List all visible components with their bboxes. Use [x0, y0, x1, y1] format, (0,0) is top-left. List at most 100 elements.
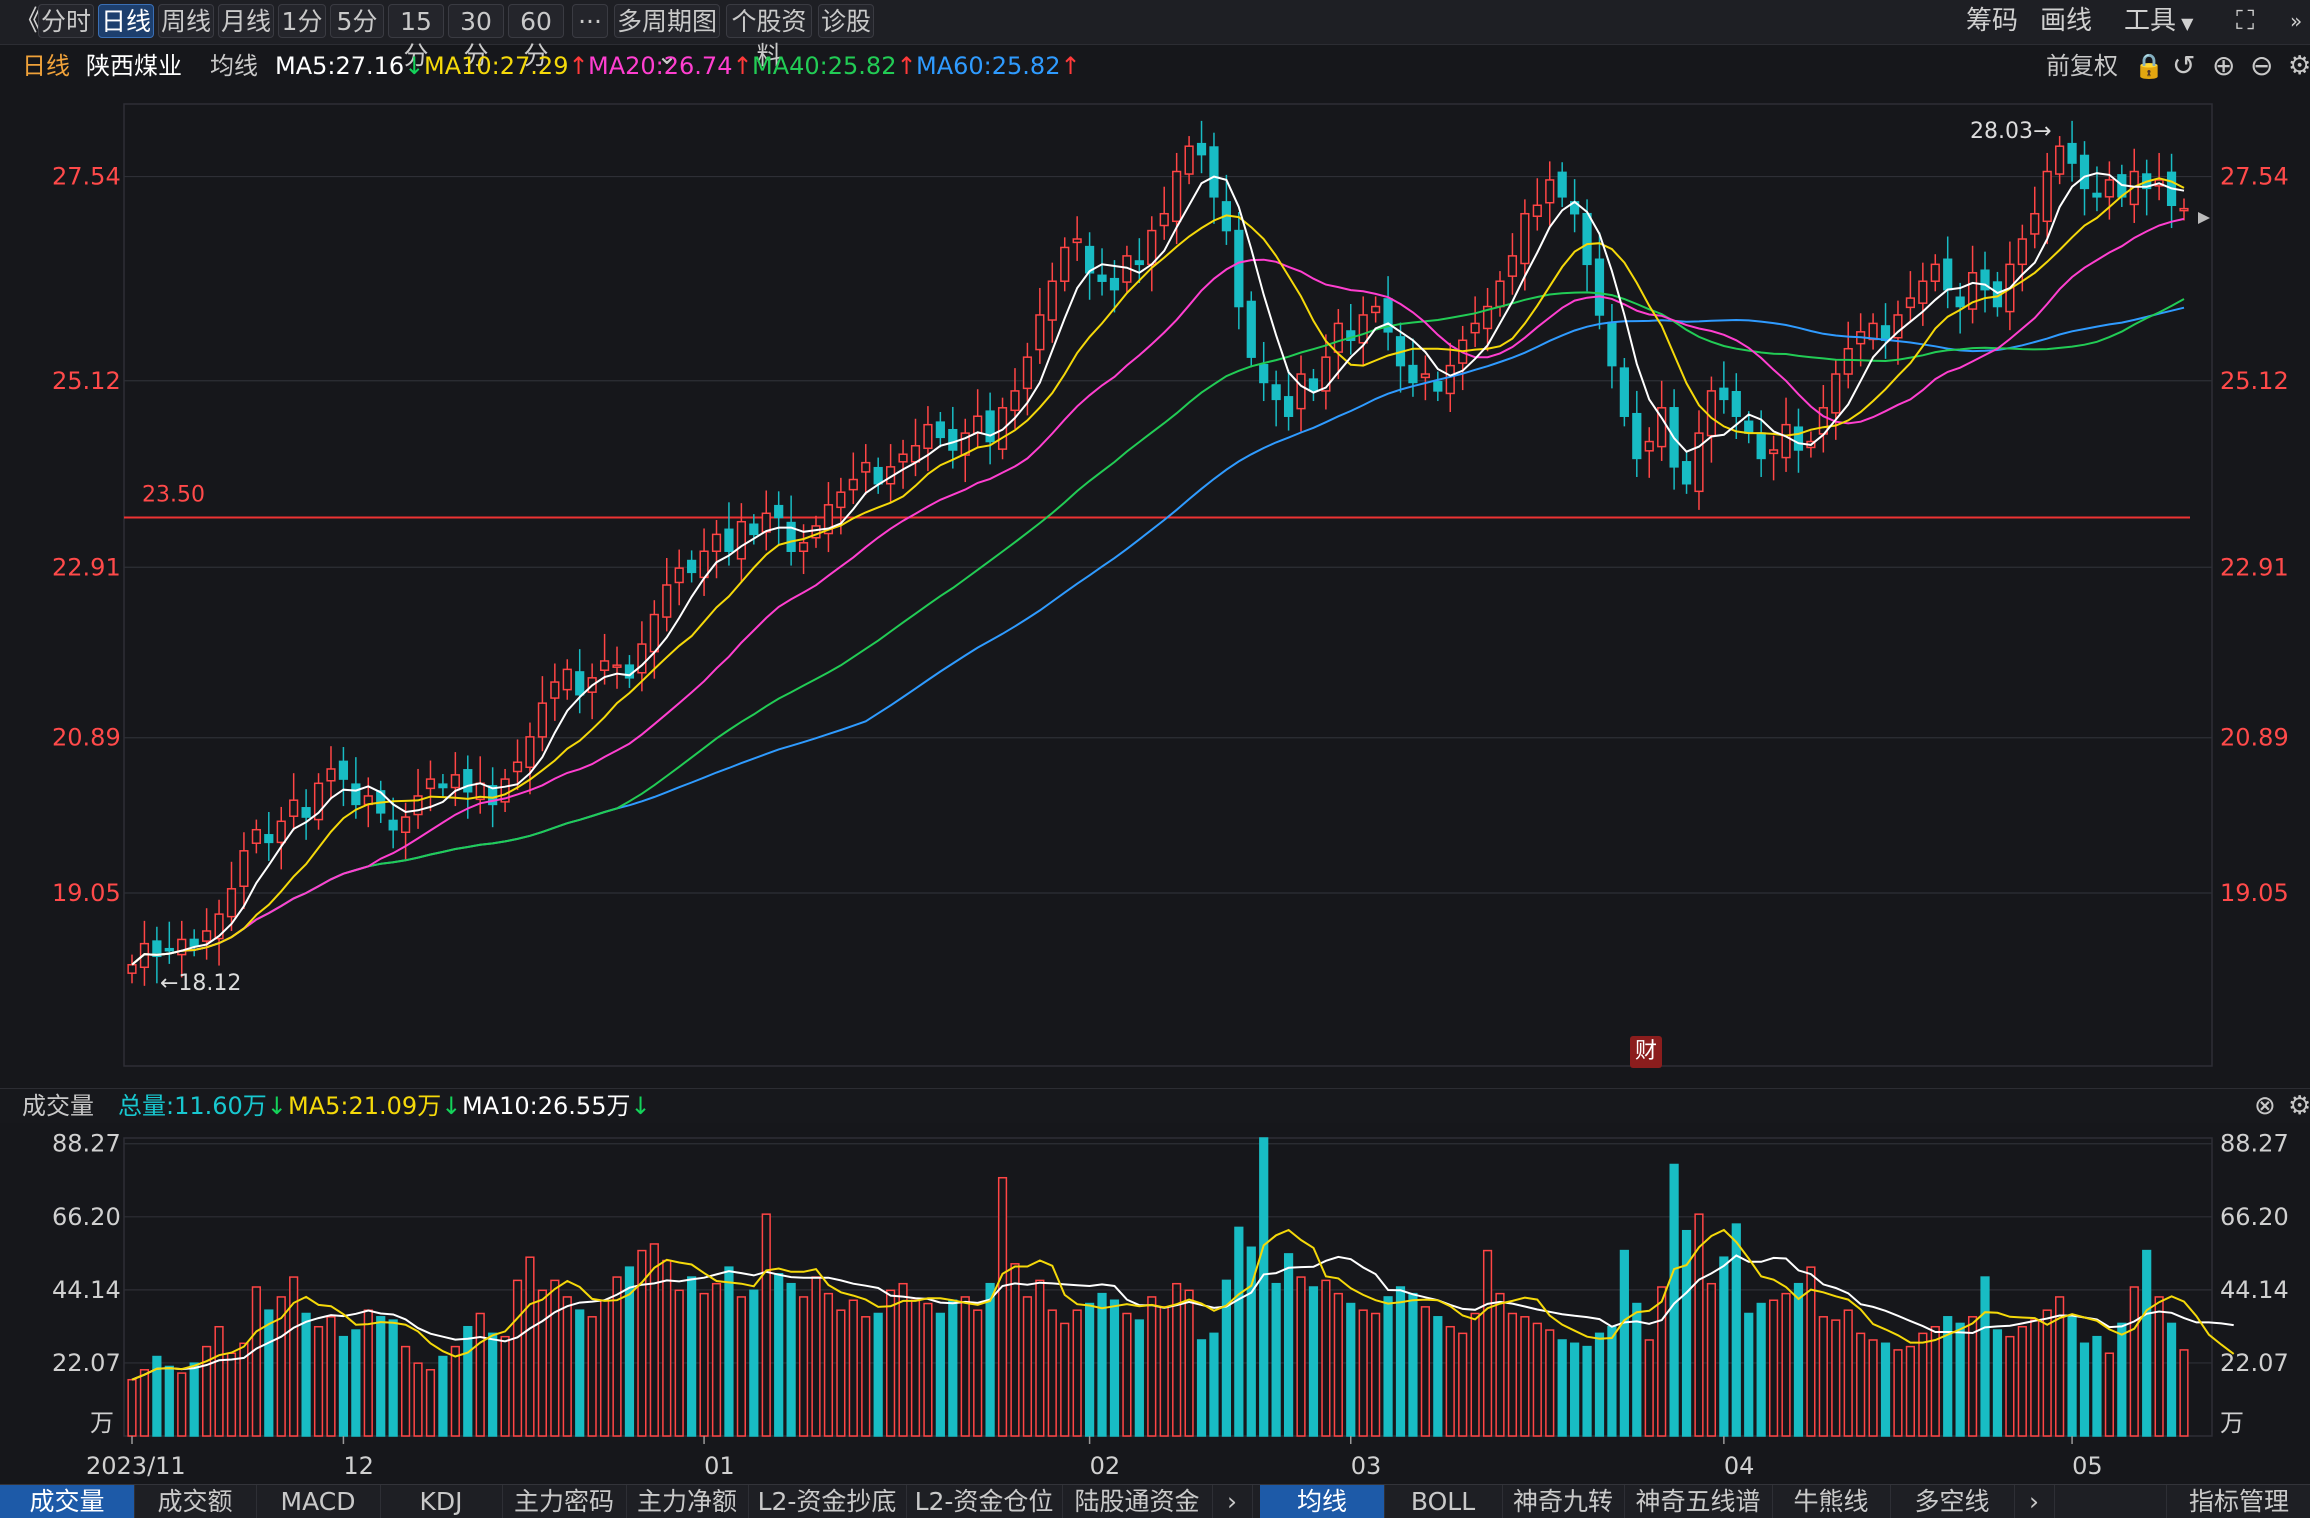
volume-bar [338, 1335, 349, 1437]
indicator-tab-3[interactable]: KDJ [380, 1485, 503, 1518]
candle [923, 423, 933, 450]
volume-bar [1980, 1276, 1990, 1437]
volume-tick-left: 88.27 [52, 1130, 121, 1158]
tab-8[interactable]: 60分 [508, 4, 564, 70]
ma5-line [131, 172, 2185, 966]
volume-bar [1035, 1279, 1045, 1437]
price-tick-right: 27.54 [2220, 163, 2289, 191]
volume-bar [587, 1316, 597, 1437]
draw-line-button[interactable]: 画线 [2040, 4, 2092, 38]
indicator-manage-button[interactable]: 指标管理 [2166, 1485, 2310, 1518]
volume-bar [649, 1243, 659, 1437]
collapse-icon[interactable]: » [2290, 4, 2302, 38]
volume-title[interactable]: 成交量 [22, 1089, 94, 1123]
ma-label[interactable]: 均线 [210, 46, 258, 86]
candle [1283, 396, 1294, 417]
adjust-mode[interactable]: 前复权 [2046, 46, 2118, 86]
high-annotation: 28.03→ [1970, 119, 2051, 144]
indicator-tab-8[interactable]: 陆股通资金 [1062, 1485, 1213, 1518]
volume-bar [2017, 1325, 2027, 1437]
volume-bar [1022, 1296, 1033, 1437]
tab-2[interactable]: 周线 [158, 4, 214, 38]
zoom-out-icon[interactable]: ⊖ [2250, 46, 2273, 86]
volume-bar [1880, 1342, 1891, 1437]
chevron-right-icon-2[interactable]: › [2014, 1485, 2055, 1518]
volume-bar [1520, 1316, 1530, 1437]
volume-bar [1122, 1312, 1132, 1437]
volume-bar [537, 1289, 548, 1437]
indicator-tab-7[interactable]: L2-资金仓位 [906, 1485, 1063, 1518]
candle [189, 938, 199, 947]
volume-bar [2129, 1286, 2139, 1437]
tab-7[interactable]: 30分 [448, 4, 504, 70]
candle [1172, 170, 1182, 223]
candle [1408, 364, 1418, 384]
overlay-tab-2[interactable]: 神奇九转 [1502, 1485, 1625, 1518]
candle [251, 828, 261, 844]
tab-12[interactable]: 诊股 [818, 4, 874, 38]
overlay-tab-3[interactable]: 神奇五线谱 [1624, 1485, 1773, 1518]
overlay-tab-5[interactable]: 多空线 [1890, 1485, 2015, 1518]
candle [1209, 146, 1219, 198]
top-toolbar: 《 分时 日线 周线 月线 1分 5分 15分 30分 60分 ··· 多周期图 ⌄ 个股资料 诊股 筹… [0, 0, 2310, 70]
tab-4[interactable]: 1分 [278, 4, 326, 38]
indicator-tab-4[interactable]: 主力密码 [502, 1485, 627, 1518]
volume-bar [1893, 1349, 1903, 1437]
volume-unit-left: 万 [90, 1409, 114, 1437]
candle [948, 428, 958, 451]
settings-icon[interactable]: ⚙ [2288, 46, 2310, 86]
x-label: 01 [704, 1452, 735, 1480]
volume-bar [886, 1289, 896, 1437]
price-chart[interactable]: 27.54 25.12 22.91 20.89 19.05 27.54 25.12 22.9… [0, 86, 2310, 1088]
volume-bar [973, 1309, 983, 1437]
x-label: 05 [2072, 1452, 2103, 1480]
indicator-tab-0[interactable]: 成交量 [0, 1485, 135, 1518]
tab-more[interactable]: ··· [572, 4, 608, 38]
overlay-tab-4[interactable]: 牛熊线 [1772, 1485, 1891, 1518]
indicator-tab-2[interactable]: MACD [256, 1485, 381, 1518]
volume-bar [2117, 1322, 2127, 1437]
tab-1[interactable]: 日线 [98, 4, 154, 38]
volume-bar [1147, 1296, 1157, 1437]
chip-button[interactable]: 筹码 [1966, 4, 2018, 38]
x-label: 02 [1090, 1452, 1121, 1480]
tab-5[interactable]: 5分 [330, 4, 384, 38]
candle [1358, 314, 1368, 344]
tab-6[interactable]: 15分 [388, 4, 444, 70]
volume-bar [1109, 1299, 1120, 1437]
indicator-tab-1[interactable]: 成交额 [134, 1485, 257, 1518]
tools-button[interactable]: 工具 ▼ [2124, 4, 2193, 38]
volume-bar [512, 1279, 523, 1437]
chevron-right-icon[interactable]: › [1212, 1485, 1253, 1518]
tab-11[interactable]: 个股资料 [726, 4, 812, 70]
candle [2067, 142, 2077, 164]
candle [1420, 373, 1430, 379]
candle [1445, 364, 1455, 395]
stock-name[interactable]: 陕西煤业 [86, 46, 182, 86]
indicator-tab-5[interactable]: 主力净额 [626, 1485, 749, 1518]
close-icon[interactable]: ⊗ [2254, 1089, 2276, 1123]
overlay-tab-0[interactable]: 均线 [1260, 1485, 1385, 1518]
lock-icon[interactable]: 🔒 [2134, 46, 2164, 86]
tab-0[interactable]: 分时 [38, 4, 94, 38]
undo-icon[interactable]: ↺ [2172, 46, 2195, 86]
candle [1147, 229, 1157, 266]
candle [1694, 432, 1704, 493]
volume-chart[interactable]: 88.27 88.27 66.20 66.20 44.14 44.14 22.07 22.07… [0, 1122, 2310, 1484]
zoom-in-icon[interactable]: ⊕ [2212, 46, 2235, 86]
fullscreen-icon[interactable]: ⛶ [2236, 4, 2254, 38]
volume-bar [774, 1273, 784, 1437]
finance-badge[interactable]: 财 [1630, 1036, 1662, 1068]
tab-multi-period[interactable]: 多周期图 ⌄ [614, 4, 720, 70]
support-line-label: 23.50 [142, 482, 205, 507]
candle [1868, 322, 1878, 341]
tab-3[interactable]: 月线 [218, 4, 274, 38]
volume-bar [1545, 1329, 1555, 1437]
overlay-tab-1[interactable]: BOLL [1384, 1485, 1503, 1518]
indicator-tab-6[interactable]: L2-资金抄底 [748, 1485, 907, 1518]
low-annotation: ←18.12 [160, 971, 241, 996]
volume-bar [2179, 1349, 2189, 1437]
volume-settings-icon[interactable]: ⚙ [2288, 1089, 2310, 1123]
candle [2079, 154, 2090, 190]
candle [724, 528, 734, 552]
